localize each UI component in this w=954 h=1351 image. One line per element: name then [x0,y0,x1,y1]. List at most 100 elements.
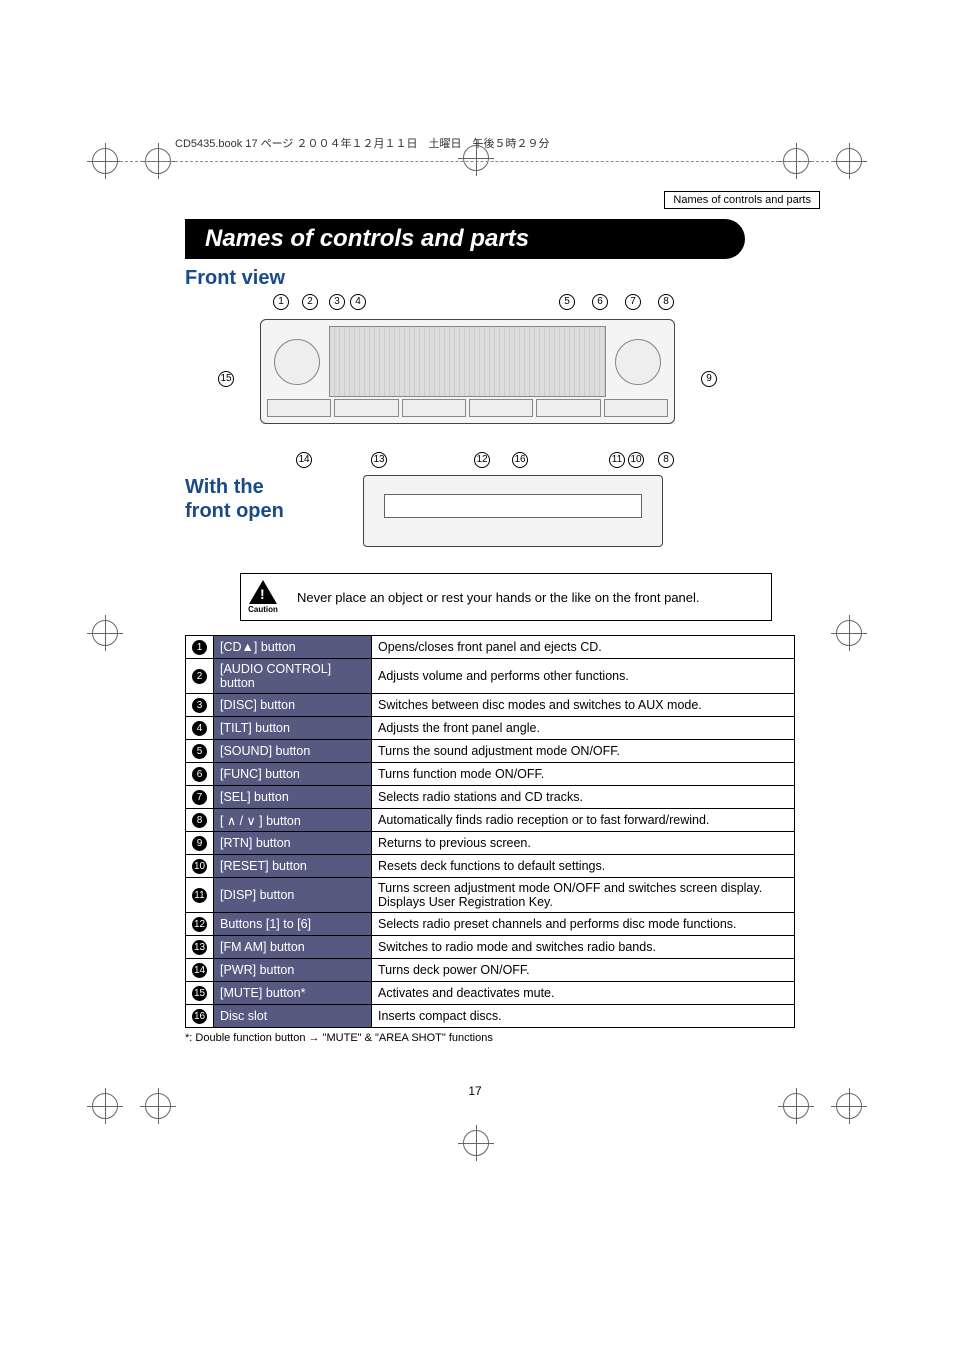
callout-8b: 8 [658,452,674,468]
control-number: 6 [186,763,214,786]
control-description: Selects radio stations and CD tracks. [372,786,795,809]
right-knob [615,339,661,385]
front-panel-illustration [260,319,675,424]
control-number: 11 [186,878,214,913]
table-row: 14[PWR] buttonTurns deck power ON/OFF. [186,959,795,982]
control-description: Automatically finds radio reception or t… [372,809,795,832]
callout-9: 9 [701,371,717,387]
control-name: [SOUND] button [214,740,372,763]
preset-button-row [267,399,668,417]
control-description: Switches between disc modes and switches… [372,694,795,717]
table-row: 2[AUDIO CONTROL] buttonAdjusts volume an… [186,659,795,694]
caution-box: ! Caution Never place an object or rest … [240,573,772,621]
callout-5: 5 [559,294,575,310]
callout-16: 16 [512,452,528,468]
control-name: [PWR] button [214,959,372,982]
table-row: 7[SEL] buttonSelects radio stations and … [186,786,795,809]
control-name: [FUNC] button [214,763,372,786]
front-view-heading: Front view [185,267,820,290]
control-description: Switches to radio mode and switches radi… [372,936,795,959]
control-name: [MUTE] button* [214,982,372,1005]
table-row: 6[FUNC] buttonTurns function mode ON/OFF… [186,763,795,786]
control-description: Activates and deactivates mute. [372,982,795,1005]
control-name: [FM AM] button [214,936,372,959]
registration-mark [92,148,118,174]
section-breadcrumb: Names of controls and parts [664,191,820,209]
front-open-illustration [363,475,663,547]
page-title: Names of controls and parts [185,219,745,259]
control-number: 16 [186,1005,214,1028]
callout-1: 1 [273,294,289,310]
front-open-heading: With the front open [185,475,335,523]
callout-13: 13 [371,452,387,468]
callout-11: 11 [609,452,625,468]
control-description: Selects radio preset channels and perfor… [372,913,795,936]
registration-mark [836,620,862,646]
control-name: [CD▲] button [214,636,372,659]
control-name: [RESET] button [214,855,372,878]
callout-3: 3 [329,294,345,310]
lcd-display [329,326,606,397]
control-name: [DISP] button [214,878,372,913]
registration-mark [836,148,862,174]
control-name: Disc slot [214,1005,372,1028]
callout-6: 6 [592,294,608,310]
control-number: 1 [186,636,214,659]
control-number: 4 [186,717,214,740]
page-number: 17 [130,1084,820,1098]
callout-15: 15 [218,371,234,387]
control-name: [RTN] button [214,832,372,855]
table-row: 5[SOUND] buttonTurns the sound adjustmen… [186,740,795,763]
callout-14: 14 [296,452,312,468]
control-name: [SEL] button [214,786,372,809]
table-row: 11[DISP] buttonTurns screen adjustment m… [186,878,795,913]
control-description: Turns function mode ON/OFF. [372,763,795,786]
doc-header: CD5435.book 17 ページ ２００４年１２月１１日 土曜日 午後５時２… [175,135,820,151]
registration-mark [92,1093,118,1119]
footnote: *: Double function button → "MUTE" & "AR… [185,1032,820,1044]
registration-mark [836,1093,862,1119]
control-number: 13 [186,936,214,959]
front-open-line2: front open [185,500,284,522]
control-number: 15 [186,982,214,1005]
front-open-line1: With the [185,476,264,498]
callout-8: 8 [658,294,674,310]
control-name: [ ∧ / ∨ ] button [214,809,372,832]
control-description: Opens/closes front panel and ejects CD. [372,636,795,659]
callout-4: 4 [350,294,366,310]
control-name: [TILT] button [214,717,372,740]
control-description: Adjusts the front panel angle. [372,717,795,740]
caution-icon: ! Caution [241,578,285,616]
control-description: Resets deck functions to default setting… [372,855,795,878]
table-row: 8[ ∧ / ∨ ] buttonAutomatically finds rad… [186,809,795,832]
table-row: 4[TILT] buttonAdjusts the front panel an… [186,717,795,740]
control-number: 8 [186,809,214,832]
callout-12: 12 [474,452,490,468]
table-row: 12Buttons [1] to [6]Selects radio preset… [186,913,795,936]
control-description: Turns the sound adjustment mode ON/OFF. [372,740,795,763]
control-name: [DISC] button [214,694,372,717]
control-description: Inserts compact discs. [372,1005,795,1028]
left-knob [274,339,320,385]
callout-2: 2 [302,294,318,310]
table-row: 15[MUTE] button*Activates and deactivate… [186,982,795,1005]
table-row: 1[CD▲] buttonOpens/closes front panel an… [186,636,795,659]
table-row: 10[RESET] buttonResets deck functions to… [186,855,795,878]
control-number: 3 [186,694,214,717]
callout-7: 7 [625,294,641,310]
control-name: [AUDIO CONTROL] button [214,659,372,694]
disc-slot-illustration [384,494,642,518]
control-number: 10 [186,855,214,878]
control-number: 12 [186,913,214,936]
table-row: 9[RTN] buttonReturns to previous screen. [186,832,795,855]
caution-text: Never place an object or rest your hands… [285,590,700,605]
control-description: Turns deck power ON/OFF. [372,959,795,982]
controls-table: 1[CD▲] buttonOpens/closes front panel an… [185,635,795,1028]
control-description: Returns to previous screen. [372,832,795,855]
control-number: 7 [186,786,214,809]
control-number: 5 [186,740,214,763]
front-view-diagram: 1 2 3 4 5 6 7 8 15 9 14 13 12 16 11 10 8 [185,294,820,469]
control-number: 9 [186,832,214,855]
registration-mark [92,620,118,646]
table-row: 3[DISC] buttonSwitches between disc mode… [186,694,795,717]
